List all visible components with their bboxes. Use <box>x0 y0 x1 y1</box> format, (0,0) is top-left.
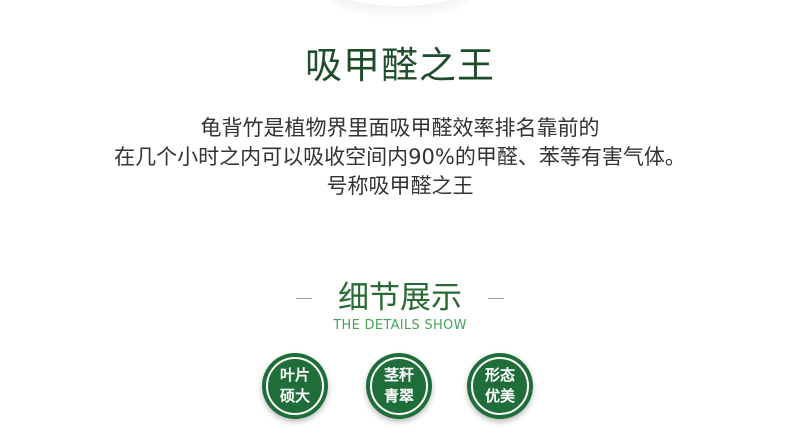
badge-label-line-1: 形态 <box>484 366 515 384</box>
description-line-3: 号称吸甲醛之王 <box>326 174 474 198</box>
left-dash-divider <box>296 297 312 299</box>
badge-label-line-2: 青翠 <box>383 387 414 405</box>
badge-label-line-1: 茎秆 <box>383 366 414 384</box>
section-heading: 细节展示 THE DETAILS SHOW <box>0 278 800 334</box>
badge-label-line-2: 优美 <box>484 387 515 405</box>
section-subtitle: THE DETAILS SHOW <box>333 318 467 333</box>
description-line-2: 在几个小时之内可以吸收空间内90%的甲醛、苯等有害气体。 <box>114 145 686 169</box>
description: 龟背竹是植物界里面吸甲醛效率排名靠前的 在几个小时之内可以吸收空间内90%的甲醛… <box>0 114 800 201</box>
section-title: 细节展示 <box>338 280 462 316</box>
description-line-1: 龟背竹是植物界里面吸甲醛效率排名靠前的 <box>200 116 600 140</box>
page-title: 吸甲醛之王 <box>305 44 495 87</box>
badge-label-line-1: 叶片 <box>279 366 310 384</box>
badge-label-line-2: 硕大 <box>279 387 310 405</box>
feature-badges: 叶片 硕大 茎秆 青翠 形态 优美 <box>0 353 800 423</box>
feature-badge-stem: 茎秆 青翠 <box>366 353 432 419</box>
page: 吸甲醛之王 龟背竹是植物界里面吸甲醛效率排名靠前的 在几个小时之内可以吸收空间内… <box>0 0 800 442</box>
feature-badge-shape: 形态 优美 <box>467 353 533 419</box>
badge-ring: 茎秆 青翠 <box>370 357 428 415</box>
right-dash-divider <box>488 297 504 299</box>
section-title-row: 细节展示 <box>0 278 800 318</box>
badge-ring: 叶片 硕大 <box>266 357 324 415</box>
top-decorative-arc <box>330 0 470 6</box>
feature-badge-leaves: 叶片 硕大 <box>262 353 328 419</box>
badge-ring: 形态 优美 <box>471 357 529 415</box>
